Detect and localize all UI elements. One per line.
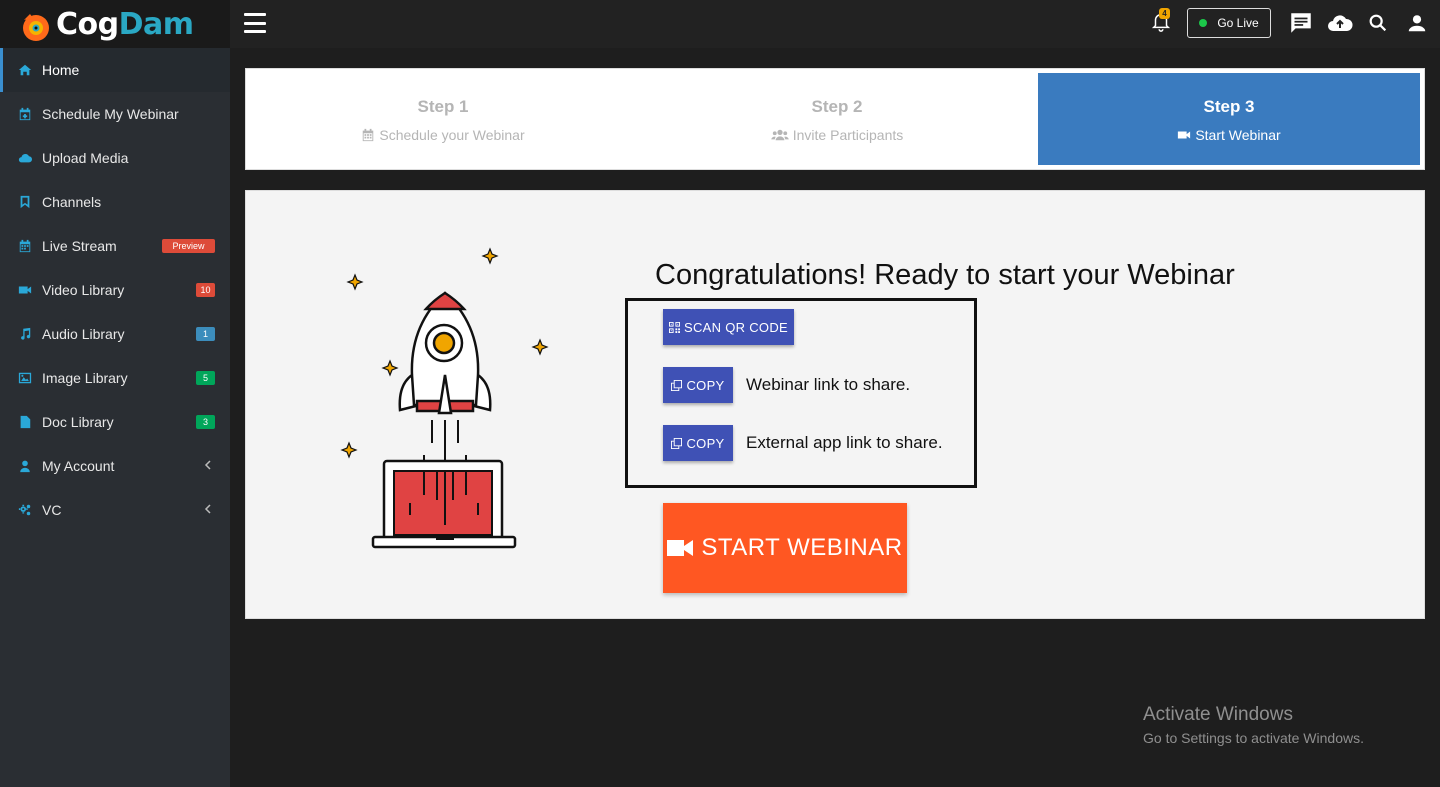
bookmark-icon [18, 195, 32, 209]
activate-windows-title: Activate Windows [1143, 704, 1293, 725]
sidebar-item-label: Audio Library [42, 326, 125, 342]
sidebar-item-image-library[interactable]: Image Library 5 [0, 356, 230, 400]
sidebar-item-label: Live Stream [42, 238, 117, 254]
sidebar-item-label: Upload Media [42, 150, 129, 166]
calendar-icon [18, 239, 32, 253]
sidebar-item-label: Schedule My Webinar [42, 106, 179, 122]
step-wizard: Step 1 Schedule your Webinar Step 2 Invi… [245, 68, 1425, 170]
count-badge: 5 [196, 371, 215, 385]
sidebar-item-my-account[interactable]: My Account [0, 444, 230, 488]
webinar-link-label: Webinar link to share. [746, 375, 911, 394]
activate-windows-hint: Go to Settings to activate Windows. [1143, 730, 1364, 746]
home-icon [18, 63, 32, 77]
video-icon [667, 540, 694, 556]
sidebar-item-schedule-webinar[interactable]: Schedule My Webinar [0, 92, 230, 136]
notification-badge: 4 [1159, 8, 1170, 19]
step-title: Step 1 [417, 97, 469, 116]
video-icon [18, 283, 32, 297]
step-1[interactable]: Step 1 Schedule your Webinar [250, 73, 636, 165]
chevron-left-icon [204, 504, 211, 514]
step-title: Step 3 [1203, 97, 1255, 116]
preview-badge: Preview [162, 239, 215, 253]
user-icon [18, 459, 32, 473]
sidebar-item-video-library[interactable]: Video Library 10 [0, 268, 230, 312]
sidebar-item-label: My Account [42, 458, 115, 474]
step-title: Step 2 [811, 97, 863, 116]
users-icon [771, 129, 789, 141]
sidebar-item-live-stream[interactable]: Live Stream Preview [0, 224, 230, 268]
cogs-icon [18, 503, 32, 517]
sidebar-item-label: Channels [42, 194, 102, 210]
logo[interactable]: CogDam [0, 0, 230, 48]
sidebar-item-vc[interactable]: VC [0, 488, 230, 532]
cloud-upload-icon[interactable] [1326, 10, 1354, 36]
step-subtitle: Invite Participants [646, 127, 1028, 143]
go-live-label: Go Live [1217, 16, 1259, 30]
external-app-link-label: External app link to share. [746, 433, 943, 452]
music-icon [18, 327, 32, 341]
count-badge: 3 [196, 415, 215, 429]
start-webinar-button[interactable]: START WEBINAR [663, 503, 907, 593]
sidebar-item-label: Video Library [42, 282, 125, 298]
scan-qr-code-button[interactable]: SCAN QR CODE [663, 309, 794, 345]
copy-icon [671, 437, 683, 449]
sidebar: Home Schedule My Webinar Upload Media Ch… [0, 48, 230, 787]
chat-icon[interactable] [1288, 10, 1314, 36]
top-bar: CogDam 4 Go Live [0, 0, 1440, 48]
logo-text: CogDam [56, 6, 194, 42]
step-subtitle: Start Webinar [1038, 127, 1420, 143]
sidebar-item-label: Image Library [42, 370, 128, 386]
cloud-upload-icon [18, 151, 32, 165]
count-badge: 1 [196, 327, 215, 341]
copy-external-link-button[interactable]: COPY [663, 425, 733, 461]
sidebar-item-upload-media[interactable]: Upload Media [0, 136, 230, 180]
sidebar-item-channels[interactable]: Channels [0, 180, 230, 224]
rocket-launch-illustration [340, 247, 549, 549]
congratulations-heading: Congratulations! Ready to start your Web… [655, 259, 1235, 291]
qrcode-icon [668, 321, 680, 333]
file-icon [18, 415, 32, 429]
step-subtitle: Schedule your Webinar [250, 127, 636, 143]
sidebar-item-home[interactable]: Home [0, 48, 230, 92]
sidebar-item-label: VC [42, 502, 62, 518]
video-icon [1178, 131, 1191, 139]
sidebar-item-audio-library[interactable]: Audio Library 1 [0, 312, 230, 356]
calendar-icon [363, 128, 374, 142]
image-icon [18, 371, 32, 385]
count-badge: 10 [196, 283, 215, 297]
copy-webinar-link-button[interactable]: COPY [663, 367, 733, 403]
go-live-button[interactable]: Go Live [1187, 8, 1271, 38]
sidebar-item-doc-library[interactable]: Doc Library 3 [0, 400, 230, 444]
calendar-plus-icon [18, 107, 32, 121]
menu-icon[interactable] [244, 13, 266, 33]
step-2[interactable]: Step 2 Invite Participants [646, 73, 1028, 165]
sidebar-item-label: Home [42, 62, 80, 78]
logo-icon [23, 14, 49, 41]
windows-activation-watermark: Activate Windows Go to Settings to activ… [1143, 704, 1364, 746]
sidebar-item-label: Doc Library [42, 414, 114, 430]
search-icon[interactable] [1367, 10, 1389, 36]
user-icon[interactable] [1406, 10, 1428, 36]
live-status-dot [1199, 19, 1208, 27]
chevron-left-icon [204, 460, 211, 470]
step-3[interactable]: Step 3 Start Webinar [1038, 73, 1420, 165]
copy-icon [671, 379, 683, 391]
